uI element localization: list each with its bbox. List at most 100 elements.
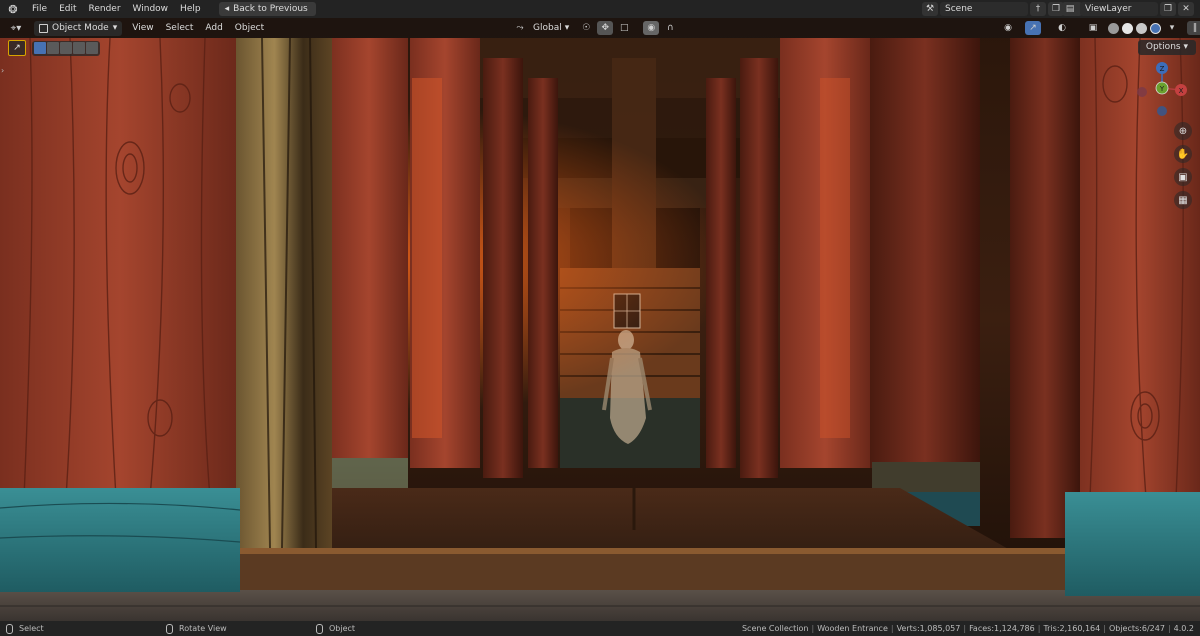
- shading-controls: ◉ ↗ ◐ ▣ ▾ ‖: [1000, 20, 1200, 36]
- status-bar: Select Rotate View Object Scene Collecti…: [0, 621, 1200, 636]
- mode-label: Object Mode: [52, 23, 109, 33]
- mode-dropdown[interactable]: Object Mode ▾: [34, 20, 123, 36]
- menu-view[interactable]: View: [126, 18, 159, 38]
- selection-mode-group: [32, 40, 100, 56]
- camera-view-icon[interactable]: ▣: [1174, 168, 1192, 186]
- gizmo-toggle-icon[interactable]: ↗: [1025, 21, 1041, 35]
- perspective-grid-icon[interactable]: ▦: [1174, 191, 1192, 209]
- scene-name: Scene: [945, 4, 973, 14]
- view-layer-name-field[interactable]: ViewLayer: [1080, 2, 1158, 16]
- pin-scene-icon[interactable]: †: [1030, 2, 1046, 16]
- view-layer-browse-icon[interactable]: ▤: [1062, 2, 1078, 16]
- scene-browse-icon[interactable]: ⚒: [922, 2, 938, 16]
- navigation-buttons: ⊕ ✋ ▣ ▦: [1174, 122, 1192, 209]
- scene-selector: ⚒ Scene † ❐ ✕: [922, 1, 1082, 17]
- xray-icon[interactable]: ▣: [1085, 21, 1101, 35]
- stat-separator: |: [963, 624, 967, 633]
- gizmo-y-label: Y: [1159, 85, 1165, 93]
- select-subtract-icon[interactable]: [60, 41, 72, 54]
- gizmo-x-label: X: [1179, 87, 1184, 95]
- menu-edit[interactable]: Edit: [53, 0, 82, 18]
- zoom-icon[interactable]: ⊕: [1174, 122, 1192, 140]
- mouse-middle-icon: [166, 623, 173, 634]
- pause-render-icon[interactable]: ‖: [1187, 21, 1200, 35]
- select-extend-icon[interactable]: [47, 41, 59, 54]
- view-layer-selector: ▤ ViewLayer ❐ ✕: [1062, 1, 1194, 17]
- render-scene: [0, 18, 1200, 621]
- transform-orientation-label: Global: [533, 23, 562, 33]
- view-layer-name: ViewLayer: [1085, 4, 1132, 14]
- stat-separator: |: [811, 624, 815, 633]
- options-label: Options: [1145, 42, 1181, 52]
- stat-separator: |: [1167, 624, 1171, 633]
- stat-verts: Verts:1,085,057: [896, 624, 961, 633]
- visibility-eye-icon[interactable]: ◉: [1000, 21, 1016, 35]
- delete-view-layer-icon[interactable]: ✕: [1178, 2, 1194, 16]
- blender-logo-icon[interactable]: ❂: [0, 0, 26, 18]
- stat-objects: Objects:6/247: [1108, 624, 1165, 633]
- menu-help[interactable]: Help: [174, 0, 207, 18]
- select-intersect-icon[interactable]: [86, 41, 98, 54]
- gizmo-z-label: Z: [1160, 65, 1165, 73]
- back-to-previous-label: Back to Previous: [233, 4, 308, 14]
- stat-collection: Scene Collection: [741, 624, 809, 633]
- menu-add[interactable]: Add: [199, 18, 228, 38]
- material-preview-icon[interactable]: [1136, 22, 1147, 34]
- select-tool-icon[interactable]: ↗: [8, 40, 26, 56]
- menu-window[interactable]: Window: [127, 0, 175, 18]
- wireframe-shading-icon[interactable]: [1108, 22, 1119, 34]
- hint-select-label: Select: [19, 624, 44, 633]
- chevron-down-icon: ▾: [112, 23, 118, 33]
- menu-select[interactable]: Select: [160, 18, 200, 38]
- stat-faces: Faces:1,124,786: [969, 624, 1035, 633]
- menu-file[interactable]: File: [26, 0, 53, 18]
- mouse-left-icon: [6, 623, 13, 634]
- top-menu-bar: ❂ File Edit Render Window Help ◂ Back to…: [0, 0, 1200, 18]
- pivot-point-icon[interactable]: ☉: [578, 21, 594, 35]
- orientation-axes-icon[interactable]: ⤳: [512, 21, 528, 35]
- menu-object[interactable]: Object: [229, 18, 270, 38]
- editor-type-icon[interactable]: ⌖▾: [4, 20, 28, 36]
- stat-version: 4.0.2: [1173, 624, 1194, 633]
- chevron-down-icon[interactable]: ▾: [1164, 21, 1180, 35]
- mouse-right-icon: [316, 623, 323, 634]
- viewport-header: ⌖▾ Object Mode ▾ View Select Add Object …: [0, 18, 1200, 38]
- 3d-viewport[interactable]: ⌖▾ Object Mode ▾ View Select Add Object …: [0, 18, 1200, 621]
- falloff-curve-icon[interactable]: ∩: [662, 21, 678, 35]
- select-difference-icon[interactable]: [73, 41, 85, 54]
- transform-controls: ⤳ Global ▾ ☉ ✥ □ ◉ ∩: [512, 20, 678, 36]
- snap-target-icon[interactable]: □: [616, 21, 632, 35]
- overlays-icon[interactable]: ◐: [1054, 21, 1070, 35]
- stat-tris: Tris:2,160,164: [1043, 624, 1101, 633]
- snap-icon[interactable]: ✥: [597, 21, 614, 35]
- solid-shading-icon[interactable]: [1122, 22, 1133, 34]
- gizmo-neg-z-icon: [1157, 106, 1167, 116]
- hint-rotate-label: Rotate View: [179, 624, 227, 633]
- scene-name-field[interactable]: Scene: [940, 2, 1028, 16]
- proportional-editing-icon[interactable]: ◉: [643, 21, 660, 35]
- rendered-shading-icon[interactable]: [1150, 22, 1161, 34]
- back-to-previous-button[interactable]: ◂ Back to Previous: [218, 2, 316, 16]
- back-arrow-icon: ◂: [224, 4, 230, 14]
- gizmo-neg-x-icon: [1137, 87, 1147, 97]
- menu-render[interactable]: Render: [83, 0, 127, 18]
- chevron-down-icon: ▾: [1183, 42, 1188, 52]
- scene-statistics: Scene Collection | Wooden Entrance | Ver…: [742, 621, 1194, 636]
- stat-separator: |: [1103, 624, 1106, 633]
- stat-separator: |: [890, 624, 894, 633]
- new-view-layer-icon[interactable]: ❐: [1160, 2, 1176, 16]
- tool-row: ↗: [8, 40, 100, 56]
- object-mode-icon: [39, 23, 48, 33]
- pan-hand-icon[interactable]: ✋: [1174, 145, 1192, 163]
- hint-select: Select: [6, 621, 156, 636]
- hint-object: Object: [316, 621, 355, 636]
- stat-object-name: Wooden Entrance: [817, 624, 888, 633]
- select-new-icon[interactable]: [34, 41, 46, 54]
- navigation-gizmo[interactable]: Z X Y: [1130, 58, 1190, 118]
- transform-orientation-dropdown[interactable]: Global ▾: [531, 21, 571, 35]
- hint-rotate: Rotate View: [166, 621, 316, 636]
- options-button[interactable]: Options ▾: [1137, 40, 1196, 55]
- chevron-down-icon: ▾: [564, 23, 570, 33]
- hint-object-label: Object: [329, 624, 356, 633]
- toolbar-expand-arrow-icon[interactable]: ›: [1, 66, 4, 75]
